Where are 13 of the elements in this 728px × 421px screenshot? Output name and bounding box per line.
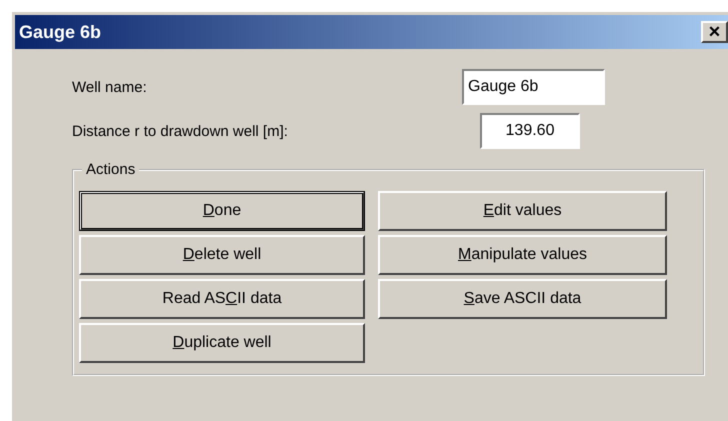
input-field[interactable]: 139.60 [480, 113, 580, 149]
action-button[interactable]: Done [79, 191, 365, 231]
input-field[interactable]: Gauge 6b [462, 69, 605, 105]
field-label: Distance r to drawdown well [m]: [72, 122, 289, 140]
action-button[interactable]: Delete well [79, 235, 365, 275]
window-title: Gauge 6b [18, 22, 102, 42]
action-button[interactable]: Save ASCII data [378, 279, 667, 319]
action-button[interactable]: Manipulate values [378, 235, 667, 275]
action-button[interactable]: Edit values [378, 191, 667, 231]
action-button[interactable]: Duplicate well [79, 323, 365, 363]
close-button[interactable]: × [701, 21, 728, 43]
action-button[interactable]: Read ASCII data [79, 279, 365, 319]
field-label: Well name: [72, 78, 148, 96]
